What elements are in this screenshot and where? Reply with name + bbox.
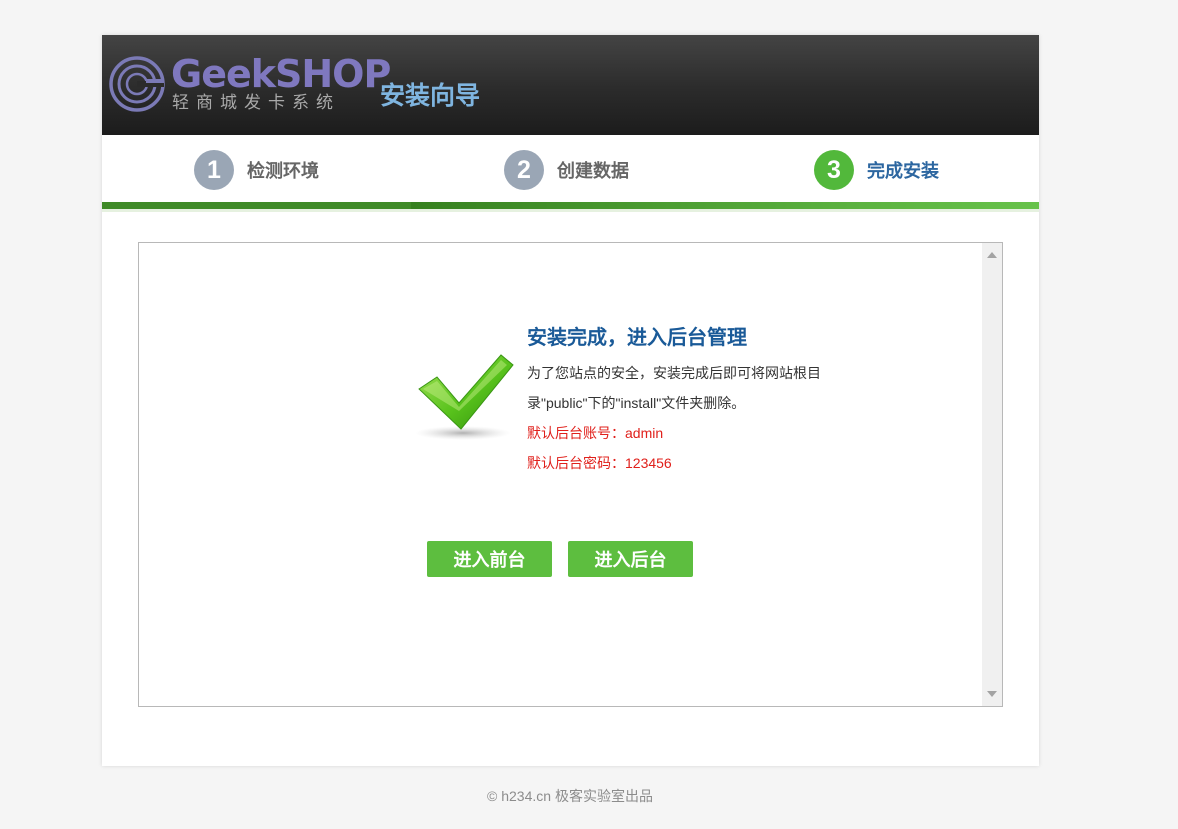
footer-copyright: © h234.cn 极客实验室出品	[487, 788, 653, 804]
header-bar: GeekSHOP 轻商城发卡系统 安装向导	[102, 35, 1039, 135]
default-account: 默认后台账号：admin	[527, 425, 664, 441]
enter-frontend-button[interactable]: 进入前台	[427, 541, 552, 577]
step-indicator: 1 检测环境 2 创建数据 3 完成安装	[102, 135, 1039, 210]
step-label: 创建数据	[557, 161, 629, 181]
result-message: 安装完成，进入后台管理 为了您站点的安全，安装完成后即可将网站根目 录"publ…	[527, 323, 867, 478]
security-tip-line2: 录"public"下的"install"文件夹删除。	[527, 395, 746, 411]
progress-bar	[102, 202, 1039, 212]
logo-text: GeekSHOP	[171, 52, 391, 96]
security-tip-line1: 为了您站点的安全，安装完成后即可将网站根目	[527, 365, 821, 381]
step-label: 完成安装	[867, 161, 939, 181]
step-number: 2	[504, 150, 544, 190]
scroll-up-arrow-icon[interactable]	[987, 252, 997, 258]
logo-subtitle: 轻商城发卡系统	[172, 93, 340, 113]
vertical-scrollbar[interactable]	[982, 243, 1002, 706]
installer-panel: GeekSHOP 轻商城发卡系统 安装向导 1 检测环境 2 创建数据 3 完成…	[102, 35, 1039, 766]
result-frame[interactable]: 安装完成，进入后台管理 为了您站点的安全，安装完成后即可将网站根目 录"publ…	[138, 242, 1003, 707]
wizard-title: 安装向导	[380, 82, 481, 110]
logo-mark-icon	[109, 56, 165, 112]
default-password: 默认后台密码：123456	[527, 455, 672, 471]
enter-admin-button[interactable]: 进入后台	[568, 541, 693, 577]
step-create-data: 2 创建数据	[504, 149, 629, 191]
step-number: 1	[194, 150, 234, 190]
scroll-down-arrow-icon[interactable]	[987, 691, 997, 697]
step-label: 检测环境	[247, 161, 319, 181]
step-number: 3	[814, 150, 854, 190]
step-check-environment: 1 检测环境	[194, 149, 319, 191]
step-complete-install: 3 完成安装	[814, 149, 939, 191]
result-title: 安装完成，进入后台管理	[527, 327, 747, 349]
checkmark-icon	[415, 354, 514, 440]
